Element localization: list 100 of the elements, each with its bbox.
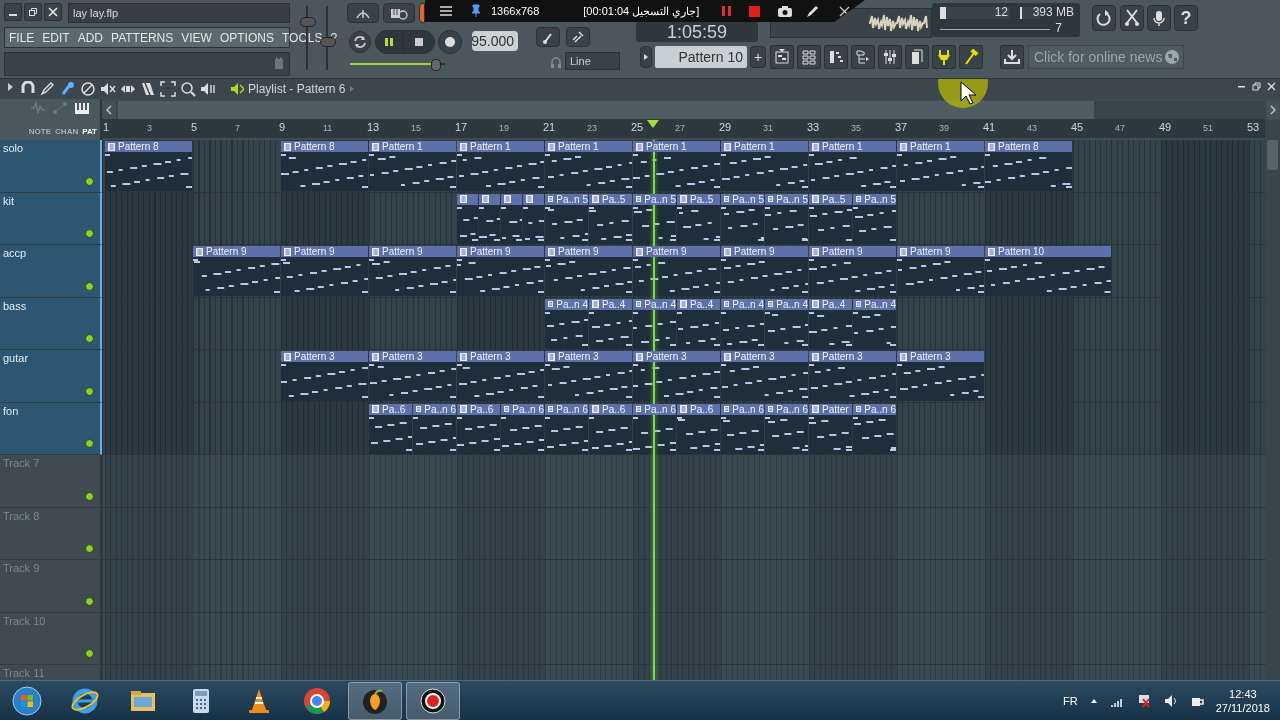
pattern-clip[interactable]: Pattern 1: [809, 141, 896, 191]
pattern-clip[interactable]: Pattern 9: [457, 246, 544, 296]
pattern-clip[interactable]: Pattern 10: [985, 246, 1111, 296]
pattern-clip[interactable]: Pa..n 4: [765, 298, 808, 349]
pattern-clip[interactable]: Pattern 3: [545, 351, 632, 401]
bar-number: 15: [411, 123, 421, 133]
pattern-clip[interactable]: Pattern 9: [809, 246, 896, 296]
pattern-clip[interactable]: Pattern 8: [105, 141, 192, 191]
resolution-label: 1366x768: [491, 5, 540, 17]
clock-time[interactable]: 12:43: [1229, 686, 1257, 701]
pattern-clip[interactable]: Pattern 3: [897, 351, 984, 401]
pattern-clip[interactable]: Pattern 3: [721, 351, 808, 401]
track-name: bass: [3, 299, 27, 312]
pattern-clip[interactable]: Pa..n 4: [853, 298, 896, 349]
pattern-clip[interactable]: Pa..n 5: [765, 193, 808, 244]
pattern-clip[interactable]: Pattern 1: [369, 141, 456, 191]
track-header[interactable]: gutar: [0, 350, 102, 403]
track-header[interactable]: bass: [0, 297, 102, 350]
pattern-clip[interactable]: Pa..n 6: [413, 403, 456, 454]
pattern-clip[interactable]: Pattern 3: [369, 351, 456, 401]
track-lane[interactable]: Pattern 8 Pattern 8 Pattern 1 Pattern 1 Pattern 1 Pattern 1 Pattern 1 Pattern 1 Pattern 1 Pattern 8: [102, 140, 1265, 193]
pattern-clip[interactable]: Pa..4: [809, 298, 852, 349]
help-button[interactable]: ?: [1174, 5, 1198, 31]
pattern-clip[interactable]: Pa..5: [677, 193, 720, 244]
pattern-clip[interactable]: Pattern 3: [281, 351, 368, 401]
pattern-clip[interactable]: Pa..6: [369, 403, 412, 454]
pattern-clip[interactable]: Patter: [809, 403, 852, 454]
pattern-clip[interactable]: Pattern 3: [457, 351, 544, 401]
pattern-clip[interactable]: Pa..n 6: [545, 403, 588, 454]
menu-item[interactable]: PATTERNS: [111, 30, 174, 45]
pattern-clip[interactable]: Pa..n 4: [633, 298, 676, 349]
snap-dropdown[interactable]: Line: [565, 52, 620, 70]
pattern-clip[interactable]: Pattern 1: [633, 141, 720, 191]
clip-label: Pa..n 4: [776, 298, 808, 310]
pattern-clip[interactable]: Pa..n 6: [633, 403, 676, 454]
pattern-clip[interactable]: Pa..n 5: [853, 193, 896, 244]
pattern-clip[interactable]: Pattern 3: [633, 351, 720, 401]
pattern-clip[interactable]: Pa..n 4: [545, 298, 588, 349]
pattern-clip[interactable]: Pattern 3: [809, 351, 896, 401]
track-header[interactable]: Track 11: [0, 665, 102, 680]
pattern-clip[interactable]: Pa..n 6: [721, 403, 764, 454]
pattern-selector[interactable]: Pattern 10: [655, 46, 747, 68]
clip-label: Pa..n 5: [864, 193, 896, 205]
pattern-clip[interactable]: Pattern 9: [633, 246, 720, 296]
pattern-clip[interactable]: Pattern 9: [281, 246, 368, 296]
track-lane[interactable]: Pa..n 4 Pa..4 Pa..n 4 Pa..4 Pa..n 4 Pa..n 4 Pa..4 Pa..n 4: [102, 297, 1265, 350]
track-header[interactable]: fon: [0, 402, 102, 455]
track-lane[interactable]: Pattern 3 Pattern 3 Pattern 3 Pattern 3 Pattern 3 Pattern 3 Pattern 3 Pattern 3: [102, 350, 1265, 403]
bar-number: 7: [235, 123, 240, 133]
menu-item[interactable]: VIEW: [181, 30, 212, 45]
clip-label: Pa..6: [602, 403, 626, 415]
pattern-clip[interactable]: Pa..4: [677, 298, 720, 349]
pattern-clip[interactable]: Pattern 9: [545, 246, 632, 296]
pattern-clip[interactable]: Pattern 8: [281, 141, 368, 191]
pattern-clip[interactable]: Pattern 9: [193, 246, 280, 296]
pattern-clip[interactable]: Pattern 9: [721, 246, 808, 296]
pattern-clip[interactable]: Pattern 1: [457, 141, 544, 191]
track-lane[interactable]: Pa..n 5 Pa..5 Pa..n 5 Pa..5 Pa..n 5 Pa..n 5 Pa..5 Pa..n 5: [102, 192, 1265, 245]
track-header[interactable]: Track 8: [0, 507, 102, 560]
pattern-clip[interactable]: Pa..6: [677, 403, 720, 454]
pattern-clip[interactable]: Pa..5: [589, 193, 632, 244]
pattern-clip[interactable]: Pa..n 5: [545, 193, 588, 244]
clip-label: Pattern 9: [822, 246, 863, 257]
add-pattern-button[interactable]: +: [750, 46, 766, 68]
pattern-clip[interactable]: Pattern 8: [985, 141, 1072, 191]
track-header[interactable]: solo: [0, 140, 102, 193]
pattern-clip[interactable]: Pa..n 4: [721, 298, 764, 349]
menu-item[interactable]: FILE: [9, 30, 35, 45]
timeline-ruler[interactable]: 1 3 5 7 9 11 13 15 17 19 21 23 25 27 29 31 33 35 37 39 41 43 45 47 49 51 53: [102, 119, 1265, 138]
pattern-clip[interactable]: Pattern 1: [721, 141, 808, 191]
mode-tab[interactable]: PAT: [82, 127, 97, 136]
pattern-clip[interactable]: Pa..5: [809, 193, 852, 244]
menu-item[interactable]: ADD: [77, 30, 104, 45]
language-indicator[interactable]: FR: [1063, 694, 1078, 707]
pattern-clip[interactable]: Pattern 9: [897, 246, 984, 296]
menu-item[interactable]: EDIT: [42, 30, 70, 45]
pattern-clip[interactable]: Pa..n 6: [853, 403, 896, 454]
track-lane[interactable]: Pa..6 Pa..n 6 Pa..6 Pa..n 6 Pa..n 6 Pa..6 Pa..n 6 Pa..6 Pa..n 6 Pa..n 6 Patter Pa..n 6: [102, 402, 1265, 455]
pattern-clip[interactable]: Pa..n 6: [765, 403, 808, 454]
track-header[interactable]: Track 10: [0, 612, 102, 665]
track-header[interactable]: kit: [0, 192, 102, 245]
bar-number: 35: [851, 123, 861, 133]
pattern-clip[interactable]: Pattern 1: [897, 141, 984, 191]
pattern-clip[interactable]: Pattern 1: [545, 141, 632, 191]
mode-tab[interactable]: NOTE: [28, 127, 52, 136]
pattern-clip[interactable]: Pa..n 5: [721, 193, 764, 244]
track-header[interactable]: accp: [0, 245, 102, 298]
mode-tab[interactable]: CHAN: [55, 127, 79, 136]
project-title-field[interactable]: lay lay.flp: [68, 3, 290, 23]
pattern-clip[interactable]: Pa..6: [457, 403, 500, 454]
pattern-clip[interactable]: Pa..n 6: [501, 403, 544, 454]
pattern-clip[interactable]: Pa..4: [589, 298, 632, 349]
pattern-clip[interactable]: Pa..n 5: [633, 193, 676, 244]
pattern-clip[interactable]: Pa..6: [589, 403, 632, 454]
news-banner[interactable]: Click for online news: [1028, 45, 1184, 69]
menu-item[interactable]: OPTIONS: [219, 30, 274, 45]
pattern-clip[interactable]: Pattern 9: [369, 246, 456, 296]
clock-date[interactable]: 27/11/2018: [1215, 700, 1270, 715]
track-lane[interactable]: Pattern 9 Pattern 9 Pattern 9 Pattern 9 Pattern 9 Pattern 9 Pattern 9 Pattern 9 Pattern 9 Pattern 10: [102, 245, 1265, 298]
tempo-field[interactable]: 95.000: [472, 31, 518, 51]
